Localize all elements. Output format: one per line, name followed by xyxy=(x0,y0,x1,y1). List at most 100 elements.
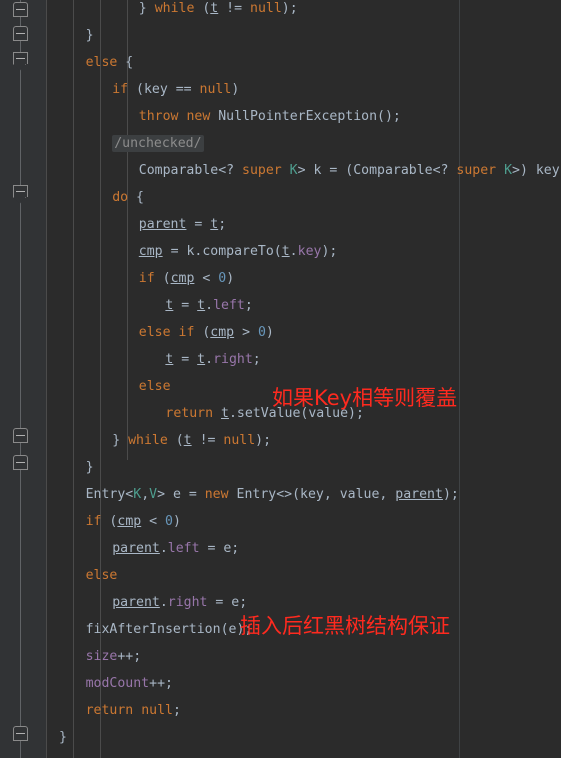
code-token: t xyxy=(197,298,206,313)
code-editor[interactable]: } while (t != null);} else {if (key == nu… xyxy=(0,0,561,758)
code-token: >) key; xyxy=(512,163,561,178)
code-token: while xyxy=(128,433,168,448)
code-token: > e = xyxy=(157,487,205,502)
code-token: parent xyxy=(112,541,160,556)
code-line[interactable]: Entry<K,V> e = new Entry<>(key, value, p… xyxy=(47,481,459,508)
code-token: ( xyxy=(194,325,211,340)
code-token: Entry<>(key, value, xyxy=(228,487,396,502)
code-line[interactable]: parent.left = e; xyxy=(47,535,239,562)
code-line[interactable]: else if (cmp > 0) xyxy=(47,319,274,346)
code-token: ( xyxy=(154,271,171,286)
code-line[interactable]: do { xyxy=(47,184,144,211)
code-token: left xyxy=(167,541,200,556)
code-token: ( xyxy=(101,514,118,529)
code-line[interactable]: } while (t != null); xyxy=(47,427,271,454)
code-token: } xyxy=(85,460,94,475)
code-token: != xyxy=(218,1,250,16)
code-line[interactable]: t = t.left; xyxy=(47,292,252,319)
code-token: right xyxy=(167,595,208,610)
code-token: ); xyxy=(442,487,459,502)
code-line[interactable]: } while (t != null); xyxy=(47,0,298,22)
code-line[interactable]: else xyxy=(47,373,171,400)
code-token: } xyxy=(138,1,155,16)
code-token: t xyxy=(197,352,206,367)
code-line[interactable]: fixAfterInsertion(e); xyxy=(47,616,253,643)
code-token: 0 xyxy=(218,271,227,286)
code-line[interactable]: return t.setValue(value); xyxy=(47,400,364,427)
code-token: } xyxy=(59,730,67,745)
code-token: null xyxy=(250,1,282,16)
fold-rail xyxy=(20,0,21,758)
code-token: else xyxy=(85,568,118,583)
code-token: NullPointerException xyxy=(218,109,378,124)
code-token: if xyxy=(178,325,195,340)
code-token: else xyxy=(138,325,171,340)
code-token: . xyxy=(159,541,168,556)
code-content-area[interactable]: } while (t != null);} else {if (key == nu… xyxy=(47,0,561,758)
code-line[interactable]: throw new NullPointerException(); xyxy=(47,103,401,130)
code-token: if xyxy=(85,514,102,529)
code-line[interactable]: if (cmp < 0) xyxy=(47,508,181,535)
code-token: 0 xyxy=(257,325,266,340)
right-margin-line xyxy=(459,0,460,758)
fold-marker-4[interactable] xyxy=(13,185,28,197)
code-token: ) xyxy=(226,271,235,286)
code-line[interactable]: size++; xyxy=(47,643,142,670)
editor-gutter[interactable] xyxy=(0,0,47,758)
fold-marker-3[interactable] xyxy=(13,52,28,64)
code-line[interactable]: parent = t; xyxy=(47,211,226,238)
code-line[interactable]: return null; xyxy=(47,697,181,724)
code-token: = e; xyxy=(207,595,248,610)
code-token: { xyxy=(128,190,144,205)
code-token: if xyxy=(138,271,155,286)
code-line[interactable]: if (cmp < 0) xyxy=(47,265,234,292)
code-token: t xyxy=(220,406,229,421)
code-token: cmp xyxy=(210,325,235,340)
code-token: K xyxy=(133,487,142,502)
code-line[interactable]: cmp = k.compareTo(t.key); xyxy=(47,238,338,265)
code-token: > xyxy=(234,325,258,340)
code-token: ; xyxy=(218,217,227,232)
code-token: ) xyxy=(231,82,240,97)
code-token: = xyxy=(173,352,198,367)
code-token: parent xyxy=(395,487,443,502)
fold-marker-7[interactable] xyxy=(13,726,28,741)
code-token: while xyxy=(154,1,195,16)
code-token: . xyxy=(159,595,168,610)
code-line[interactable]: else { xyxy=(47,49,134,76)
code-line[interactable]: t = t.right; xyxy=(47,346,260,373)
code-token: = xyxy=(173,298,198,313)
fold-marker-5[interactable] xyxy=(13,428,28,443)
code-token: (); xyxy=(377,109,401,124)
code-token: new xyxy=(204,487,229,502)
code-token: K xyxy=(504,163,513,178)
folded-region-placeholder[interactable]: /unchecked/ xyxy=(112,135,204,152)
code-token: parent xyxy=(138,217,187,232)
code-token: ) xyxy=(172,514,181,529)
code-line[interactable]: } xyxy=(47,454,94,481)
code-token: null xyxy=(223,433,256,448)
code-line[interactable]: parent.right = e; xyxy=(47,589,247,616)
code-line[interactable]: Comparable<? super K> k = (Comparable<? … xyxy=(47,157,561,184)
fold-marker-1[interactable] xyxy=(13,2,28,17)
code-line[interactable]: if (key == null) xyxy=(47,76,239,103)
fold-marker-2[interactable] xyxy=(13,26,28,41)
code-line[interactable]: modCount++; xyxy=(47,670,173,697)
code-token: K xyxy=(289,163,298,178)
code-token: t xyxy=(281,244,290,259)
code-line[interactable]: else xyxy=(47,562,118,589)
code-token: ); xyxy=(281,1,298,16)
code-line[interactable]: } xyxy=(47,22,94,49)
code-token: null xyxy=(141,703,173,718)
code-token: > k = (Comparable<? xyxy=(297,163,457,178)
code-line[interactable]: } xyxy=(47,724,67,751)
code-token: t xyxy=(183,433,192,448)
code-token: V xyxy=(149,487,158,502)
code-line[interactable]: /unchecked/ xyxy=(47,130,204,157)
code-token: .setValue(value); xyxy=(228,406,364,421)
fold-marker-6[interactable] xyxy=(13,455,28,470)
code-token: ; xyxy=(172,703,181,718)
